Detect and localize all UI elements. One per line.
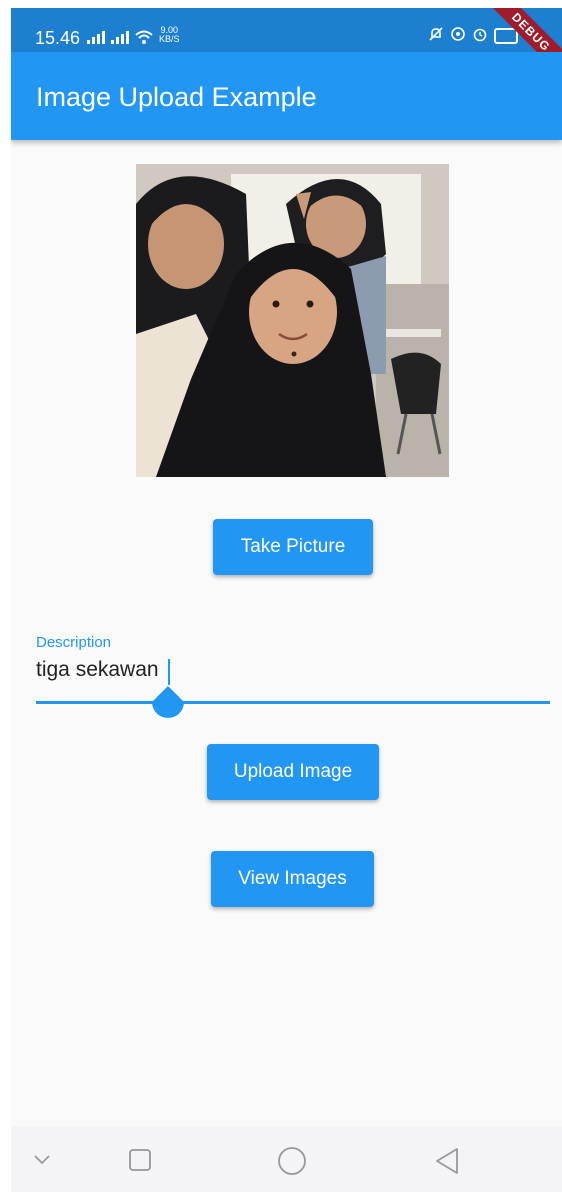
signal-icon bbox=[87, 28, 105, 44]
status-icons-right bbox=[428, 26, 518, 44]
status-time: 15.46 bbox=[35, 28, 81, 48]
take-picture-button[interactable]: Take Picture bbox=[213, 519, 373, 575]
field-underline bbox=[36, 701, 550, 704]
cursor-handle[interactable] bbox=[150, 686, 186, 722]
home-circle-icon[interactable] bbox=[277, 1146, 307, 1176]
uploaded-photo bbox=[136, 164, 449, 477]
bell-off-icon bbox=[429, 27, 443, 41]
app-bar: Image Upload Example bbox=[11, 52, 562, 140]
photo-illustration bbox=[136, 164, 449, 477]
alarm-icon bbox=[473, 28, 487, 42]
description-input[interactable]: tiga sekawan bbox=[36, 658, 159, 682]
description-label: Description bbox=[36, 634, 112, 651]
status-icons-left bbox=[87, 28, 153, 44]
upload-image-button[interactable]: Upload Image bbox=[207, 744, 379, 800]
phone-screen: 15.46 9.00 KB/S DEBUG Image Upload Examp… bbox=[11, 8, 562, 1192]
status-bar: 15.46 9.00 KB/S DEBUG bbox=[11, 8, 562, 86]
chevron-down-icon[interactable] bbox=[33, 1154, 51, 1166]
net-speed-unit: KB/S bbox=[159, 34, 180, 44]
sync-icon bbox=[451, 27, 465, 41]
system-nav-bar bbox=[11, 1126, 562, 1192]
app-title: Image Upload Example bbox=[36, 82, 317, 112]
signal-icon bbox=[111, 28, 129, 44]
text-caret bbox=[168, 659, 170, 685]
back-triangle-icon[interactable] bbox=[434, 1147, 460, 1175]
net-speed: 9.00 KB/S bbox=[159, 26, 180, 44]
recents-square-icon[interactable] bbox=[128, 1148, 152, 1172]
view-images-button[interactable]: View Images bbox=[211, 851, 374, 907]
wifi-icon bbox=[135, 30, 153, 44]
